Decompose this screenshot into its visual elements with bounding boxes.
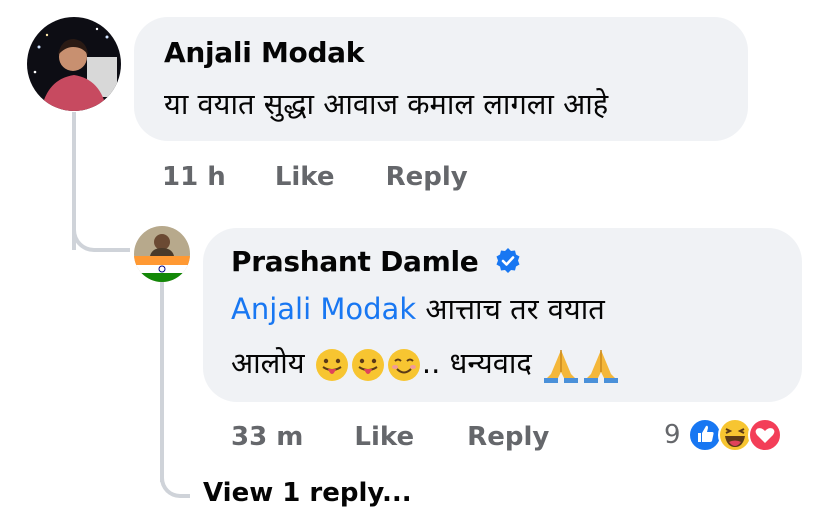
reaction-count: 9 bbox=[664, 420, 681, 450]
reply-actions: 33 m Like Reply bbox=[231, 422, 549, 452]
like-icon bbox=[687, 418, 722, 452]
thread-line-vertical-inner bbox=[160, 282, 164, 482]
reply-timestamp[interactable]: 33 m bbox=[231, 422, 303, 452]
comment-bubble: Anjali Modak या वयात सुद्धा आवाज कमाल ला… bbox=[134, 17, 748, 141]
folded-hands-emoji-icon bbox=[543, 350, 578, 383]
verified-badge-icon bbox=[496, 248, 520, 273]
mention-link[interactable]: Anjali Modak bbox=[231, 292, 416, 326]
comment-actions: 11 h Like Reply bbox=[162, 162, 468, 192]
avatar[interactable] bbox=[27, 17, 121, 111]
avatar[interactable] bbox=[134, 226, 190, 282]
tongue-out-emoji-icon bbox=[351, 349, 384, 381]
reply-button[interactable]: Reply bbox=[467, 422, 549, 452]
haha-icon bbox=[717, 418, 752, 452]
reply-text-line1: Anjali Modak आत्ताच तर वयात bbox=[231, 286, 605, 332]
reaction-icons bbox=[687, 418, 782, 452]
reply-text-part: आत्ताच तर वयात bbox=[416, 292, 605, 326]
reply-bubble: Prashant Damle Anjali Modak आत्ताच तर वय… bbox=[203, 228, 802, 402]
smiling-emoji-icon bbox=[387, 349, 420, 381]
love-icon bbox=[747, 418, 782, 452]
tongue-out-emoji-icon bbox=[315, 349, 348, 381]
thread-line-curve-inner bbox=[160, 468, 190, 498]
folded-hands-emoji-icon bbox=[583, 350, 618, 383]
avatar-photo-icon bbox=[134, 226, 190, 282]
reply-text-part: आलोय bbox=[231, 346, 314, 380]
reply-author[interactable]: Prashant Damle bbox=[231, 245, 479, 278]
view-replies-link[interactable]: View 1 reply... bbox=[203, 478, 412, 508]
comment-author[interactable]: Anjali Modak bbox=[164, 36, 364, 69]
reply-text-line2: आलोय .. धन्यवाद bbox=[231, 340, 621, 386]
avatar-photo-icon bbox=[27, 17, 121, 111]
like-button[interactable]: Like bbox=[354, 422, 414, 452]
reply-button[interactable]: Reply bbox=[386, 162, 468, 192]
reactions-summary[interactable]: 9 bbox=[664, 418, 792, 452]
reply-text-part: .. धन्यवाद bbox=[421, 346, 541, 380]
reply-author-row: Prashant Damle bbox=[231, 245, 522, 278]
comment-timestamp[interactable]: 11 h bbox=[162, 162, 226, 192]
thread-line-curve-outer bbox=[72, 222, 130, 252]
like-button[interactable]: Like bbox=[275, 162, 335, 192]
comment-text: या वयात सुद्धा आवाज कमाल लागला आहे bbox=[164, 87, 609, 121]
